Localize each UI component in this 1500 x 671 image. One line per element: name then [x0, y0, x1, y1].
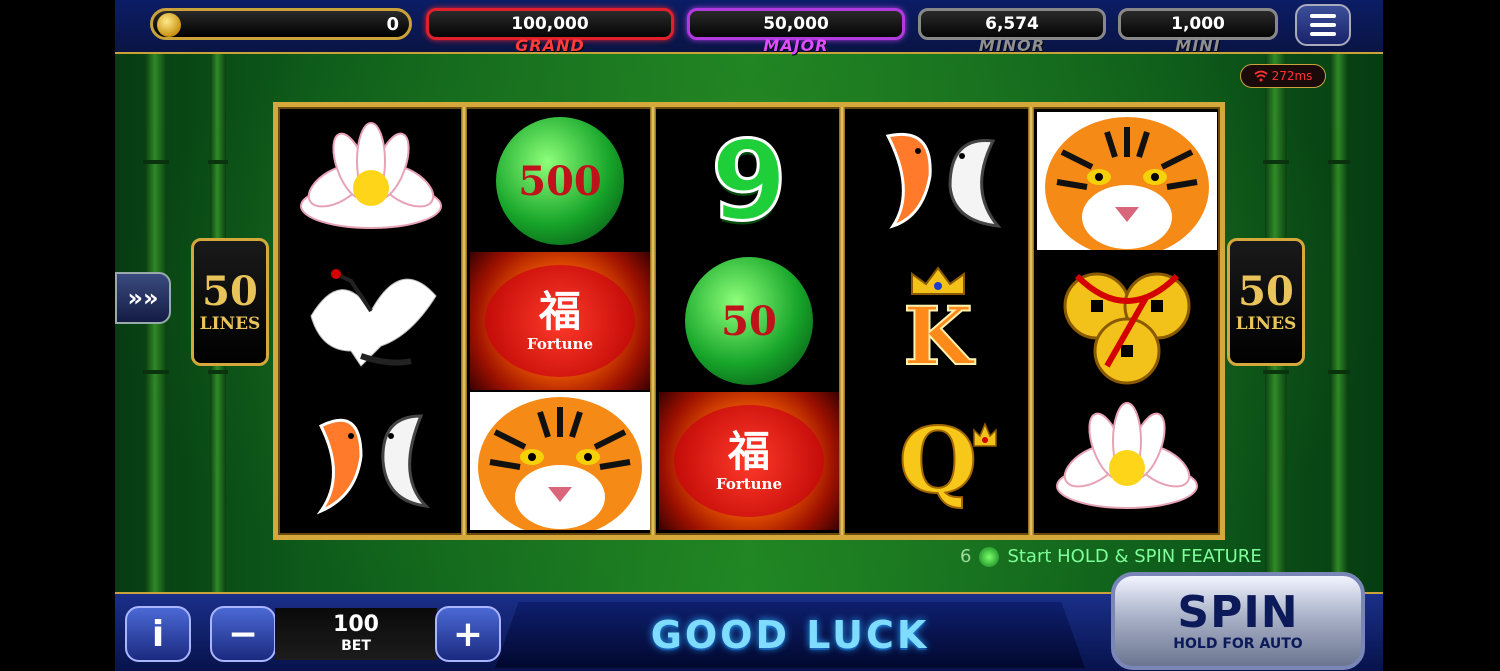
reel-grid[interactable]: 500 福 Fortune 9 50 福 Fortune K Q [273, 102, 1225, 540]
spin-button[interactable]: SPIN HOLD FOR AUTO [1111, 572, 1365, 670]
latency-value: 272ms [1271, 69, 1313, 83]
queen-symbol: Q [848, 392, 1028, 530]
lotus-icon [300, 122, 442, 229]
paylines-number: 50 [1238, 268, 1294, 315]
lantern-symbol: 福 Fortune [470, 252, 650, 390]
bet-value: 100 [333, 612, 379, 637]
lantern-text: Fortune [715, 475, 783, 493]
tiger-icon [470, 392, 650, 530]
jade-gem-icon [979, 546, 1000, 567]
tiger-symbol [470, 392, 650, 530]
top-bar: 0 100,000 GRAND 50,000 MAJOR 6,574 MINOR… [115, 0, 1383, 55]
balance-value: 0 [386, 14, 399, 35]
wifi-icon [1253, 70, 1268, 82]
jade-value: 50 [721, 297, 777, 345]
nine-symbol: 9 [659, 112, 839, 250]
game-stage: 0 100,000 GRAND 50,000 MAJOR 6,574 MINOR… [115, 0, 1383, 671]
expand-panel-button[interactable]: »» [115, 272, 171, 324]
king-card-value: K [902, 289, 974, 383]
jackpot-mini-value: 1,000 [1171, 14, 1225, 34]
lantern-character: 福 [727, 427, 770, 476]
message-banner: GOOD LUCK [495, 602, 1085, 668]
hamburger-icon [1310, 14, 1336, 18]
jade-50-symbol: 50 [659, 252, 839, 390]
lotus-icon [1056, 402, 1198, 509]
lantern-icon: 福 Fortune [485, 265, 635, 377]
reel-5 [1037, 112, 1217, 532]
reel-4: K Q [848, 112, 1028, 532]
jade-value: 500 [518, 157, 602, 205]
double-chevron-right-icon: »» [127, 284, 159, 312]
lantern-text: Fortune [526, 335, 594, 353]
message-text: GOOD LUCK [650, 613, 930, 657]
bamboo-decoration [1328, 40, 1350, 600]
koi-fish-icon [885, 132, 1002, 229]
tiger-icon [1037, 112, 1217, 250]
lotus-symbol [1037, 392, 1217, 530]
coins-symbol [1037, 252, 1217, 390]
lantern-icon: 福 Fortune [674, 405, 824, 517]
jackpot-major-label: MAJOR [763, 36, 829, 55]
feature-text: Start HOLD & SPIN FEATURE [1007, 546, 1262, 567]
info-icon: i [151, 613, 165, 655]
reel-2: 500 福 Fortune [470, 112, 650, 532]
jade-orb-icon: 500 [496, 117, 624, 245]
tiger-symbol [1037, 112, 1217, 250]
bet-display: 100 BET [275, 608, 437, 660]
feature-hint: 6 Start HOLD & SPIN FEATURE [960, 546, 1262, 567]
paylines-right: 50 LINES [1227, 238, 1305, 366]
bet-label: BET [341, 638, 371, 654]
increase-bet-button[interactable]: + [435, 606, 501, 662]
lucky-coins-icon [1063, 272, 1191, 385]
spin-label: SPIN [1177, 587, 1299, 638]
reel-1 [281, 112, 461, 532]
jackpot-major-value: 50,000 [763, 14, 829, 34]
lantern-symbol: 福 Fortune [659, 392, 839, 530]
minus-icon: − [227, 613, 259, 655]
nine-card-value: 9 [709, 116, 789, 247]
crane-icon [310, 269, 437, 367]
koi-symbol [281, 392, 461, 530]
paylines-left: 50 LINES [191, 238, 269, 366]
plus-icon: + [452, 613, 484, 655]
latency-indicator: 272ms [1240, 64, 1326, 88]
jackpot-grand-label: GRAND [515, 36, 585, 55]
jackpot-mini-label: MINI [1175, 36, 1221, 55]
decrease-bet-button[interactable]: − [210, 606, 276, 662]
paylines-number: 50 [202, 268, 258, 315]
paylines-label: LINES [1235, 314, 1297, 334]
jackpot-grand-value: 100,000 [511, 14, 589, 34]
feature-count: 6 [960, 546, 972, 567]
crane-symbol [281, 252, 461, 390]
menu-button[interactable] [1295, 4, 1351, 46]
crown-icon [973, 422, 997, 447]
lotus-symbol [281, 112, 461, 250]
balance-display[interactable]: 0 [150, 8, 412, 40]
coin-icon [157, 13, 181, 37]
koi-fish-icon [316, 414, 431, 515]
king-symbol: K [848, 252, 1028, 390]
info-button[interactable]: i [125, 606, 191, 662]
paylines-label: LINES [199, 314, 261, 334]
jackpot-minor-value: 6,574 [985, 14, 1039, 34]
jade-500-symbol: 500 [470, 112, 650, 250]
lantern-character: 福 [538, 287, 581, 336]
reel-3: 9 50 福 Fortune [659, 112, 839, 532]
jade-orb-icon: 50 [685, 257, 813, 385]
queen-card-value: Q [898, 407, 978, 515]
koi-symbol [848, 112, 1028, 250]
jackpot-minor-label: MINOR [978, 36, 1046, 55]
spin-sublabel: HOLD FOR AUTO [1173, 636, 1303, 652]
